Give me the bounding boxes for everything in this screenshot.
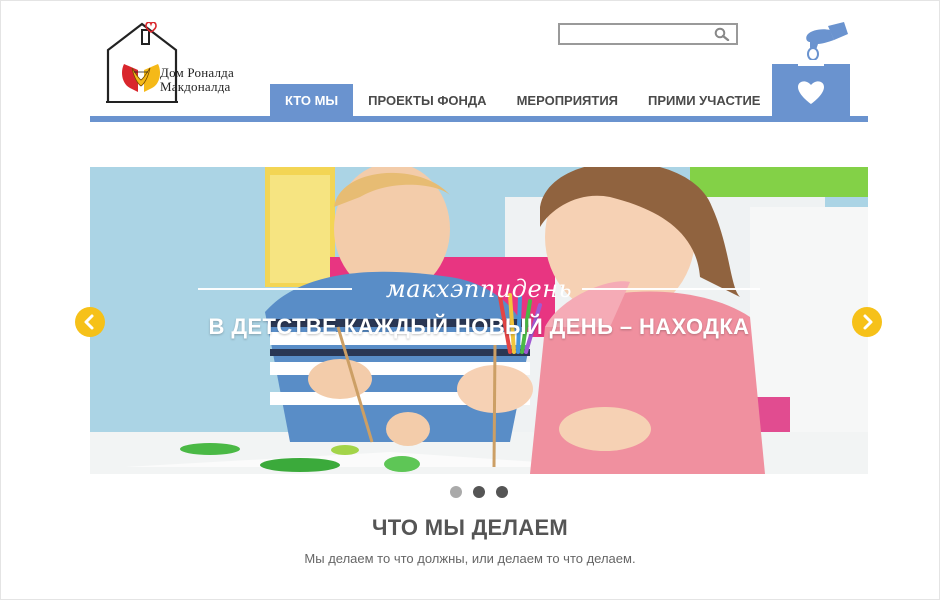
search-box[interactable] bbox=[558, 23, 738, 45]
nav-item-events[interactable]: МЕРОПРИЯТИЯ bbox=[502, 84, 633, 116]
section-title: ЧТО МЫ ДЕЛАЕМ bbox=[371, 515, 569, 540]
slider-dots bbox=[450, 486, 508, 498]
slider-dot-2[interactable] bbox=[473, 486, 485, 498]
donation-box-icon[interactable] bbox=[772, 20, 850, 116]
slider-next-button[interactable] bbox=[852, 307, 882, 337]
hands-icon bbox=[122, 64, 160, 92]
slider-dot-1[interactable] bbox=[450, 486, 462, 498]
brand-name-line1: Дом Роналда bbox=[160, 65, 234, 80]
chevron-right-icon bbox=[863, 314, 873, 330]
nav-underline bbox=[90, 116, 868, 122]
chevron-left-icon bbox=[84, 314, 94, 330]
nav-item-who-we-are[interactable]: КТО МЫ bbox=[270, 84, 354, 116]
brand-name: Дом Роналда Макдоналда bbox=[160, 66, 234, 94]
hero-slider[interactable]: макхэппидень В ДЕТСТВЕ КАЖДЫЙ НОВЫЙ ДЕНЬ… bbox=[90, 167, 868, 474]
slide-headline: В ДЕТСТВЕ КАЖДЫЙ НОВЫЙ ДЕНЬ – НАХОДКА bbox=[208, 314, 750, 339]
slider-prev-button[interactable] bbox=[75, 307, 105, 337]
search-input[interactable] bbox=[560, 25, 710, 43]
nav-item-fund-projects[interactable]: ПРОЕКТЫ ФОНДА bbox=[353, 84, 501, 116]
brand-name-line2: Макдоналда bbox=[160, 79, 231, 94]
slider-dot-3[interactable] bbox=[496, 486, 508, 498]
section-subtitle: Мы делаем то что должны, или делаем то ч… bbox=[304, 551, 636, 566]
search-icon[interactable] bbox=[714, 27, 730, 41]
nav-item-participate[interactable]: ПРИМИ УЧАСТИЕ bbox=[633, 84, 775, 116]
main-nav: КТО МЫ ПРОЕКТЫ ФОНДА МЕРОПРИЯТИЯ ПРИМИ У… bbox=[270, 84, 775, 116]
slide-script-title: макхэппидень bbox=[385, 275, 573, 303]
